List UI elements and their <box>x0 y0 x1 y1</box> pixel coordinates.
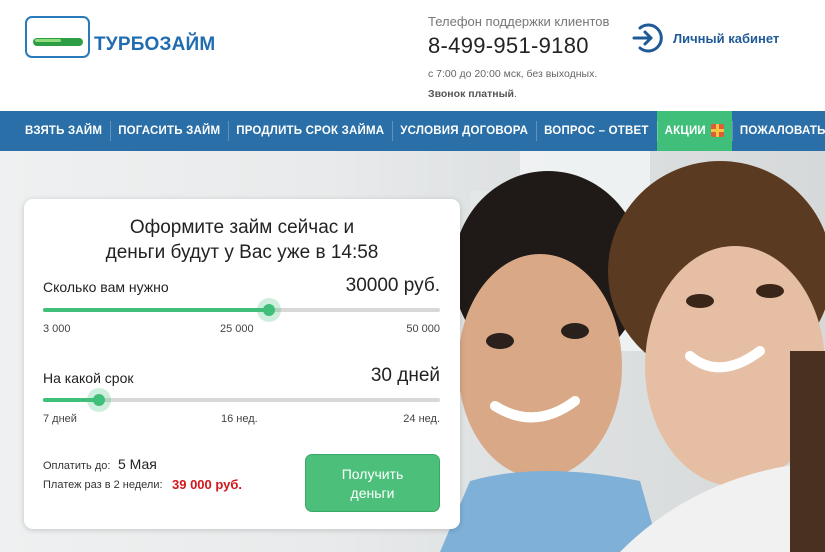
logo-badge[interactable] <box>25 16 90 58</box>
term-value: 30 дней <box>370 365 440 386</box>
term-slider-handle[interactable] <box>87 388 111 412</box>
nav-item-repay-loan[interactable]: ПОГАСИТЬ ЗАЙМ <box>110 111 228 151</box>
amount-min-label: 3 000 <box>43 323 71 335</box>
amount-label: Сколько вам нужно <box>43 279 169 295</box>
site-header: ТУРБОЗАЙМ Телефон поддержки клиентов 8-4… <box>0 0 825 111</box>
nav-item-promotions[interactable]: АКЦИИ <box>656 111 732 151</box>
due-date-value: 5 Мая <box>118 456 157 472</box>
get-money-button[interactable]: Получить деньги <box>305 454 440 512</box>
account-label: Личный кабинет <box>673 30 780 46</box>
gift-icon <box>710 124 724 137</box>
get-money-button-line1: Получить <box>341 466 404 482</box>
calculator-title-line2: деньги будут у Вас уже в 14:58 <box>105 242 379 263</box>
term-min-label: 7 дней <box>43 413 77 425</box>
term-label: На какой срок <box>43 370 134 386</box>
account-link[interactable]: Личный кабинет <box>631 22 779 54</box>
call-paid-tail: . <box>514 88 517 100</box>
calculator-title-line1: Оформите займ сейчас и <box>129 217 355 238</box>
amount-mid-label: 25 000 <box>220 323 254 335</box>
due-date-label: Оплатить до: <box>43 460 111 472</box>
payment-value: 39 000 руб. <box>172 477 243 492</box>
get-money-button-line2: деньги <box>350 485 395 501</box>
nav-item-extend-loan[interactable]: ПРОДЛИТЬ СРОК ЗАЙМА <box>228 111 392 151</box>
nav-item-take-loan[interactable]: ВЗЯТЬ ЗАЙМ <box>0 111 110 151</box>
logo-text[interactable]: ТУРБОЗАЙМ <box>94 34 215 56</box>
nav-item-promotions-label: АКЦИИ <box>664 125 706 137</box>
nav-item-complain[interactable]: ПОЖАЛОВАТЬСЯ <box>731 111 825 151</box>
amount-slider[interactable] <box>43 298 440 322</box>
nav-item-faq[interactable]: ВОПРОС – ОТВЕТ <box>536 111 657 151</box>
amount-value: 30000 руб. <box>345 275 440 296</box>
call-paid-note: Звонок платный. <box>428 88 517 100</box>
payment-label: Платеж раз в 2 недели: <box>43 479 163 491</box>
amount-slider-handle[interactable] <box>257 298 281 322</box>
support-label: Телефон поддержки клиентов <box>428 14 610 29</box>
amount-slider-fill <box>43 308 269 312</box>
term-mid-label: 16 нед. <box>221 413 258 425</box>
support-phone[interactable]: 8-499-951-9180 <box>428 33 589 59</box>
support-hours: с 7:00 до 20:00 мск, без выходных. <box>428 68 598 80</box>
login-arrow-icon <box>632 23 663 53</box>
amount-max-label: 50 000 <box>406 323 440 335</box>
main-nav: ВЗЯТЬ ЗАЙМ ПОГАСИТЬ ЗАЙМ ПРОДЛИТЬ СРОК З… <box>0 111 825 151</box>
call-paid-strong: Звонок платный <box>428 88 514 100</box>
term-slider[interactable] <box>43 388 440 412</box>
calculator-title: Оформите займ сейчас и деньги будут у Ва… <box>24 215 460 265</box>
nav-item-contract-terms[interactable]: УСЛОВИЯ ДОГОВОРА <box>392 111 536 151</box>
term-max-label: 24 нед. <box>403 413 440 425</box>
logo-bar-highlight <box>35 39 61 42</box>
loan-calculator-card: Оформите займ сейчас и деньги будут у Ва… <box>24 199 460 529</box>
